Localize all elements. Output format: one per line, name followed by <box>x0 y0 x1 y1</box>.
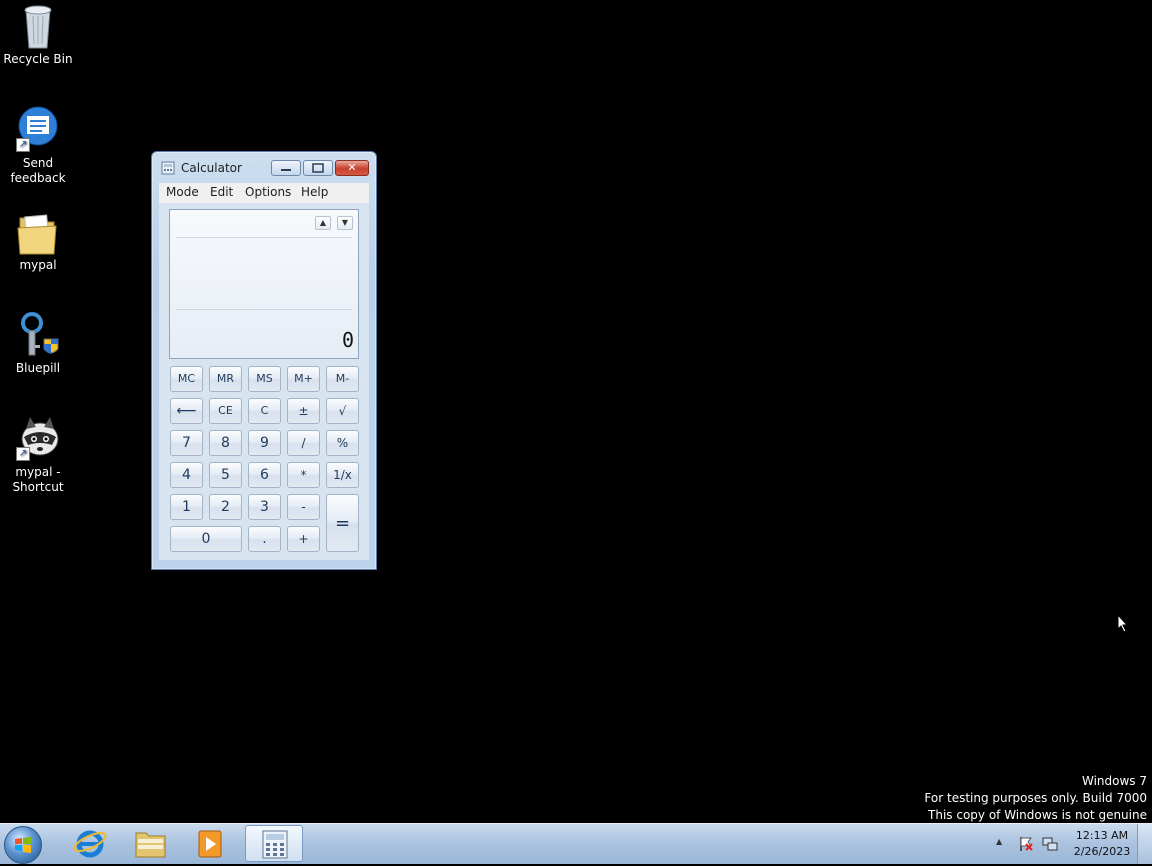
minimize-icon <box>281 169 291 171</box>
key-multiply[interactable]: * <box>287 462 320 488</box>
desktop-icon-bluepill[interactable]: Bluepill <box>0 311 76 376</box>
menu-options[interactable]: Options <box>245 183 291 200</box>
key-equals[interactable]: = <box>326 494 359 552</box>
key-7[interactable]: 7 <box>170 430 203 456</box>
start-button[interactable] <box>4 826 42 864</box>
desktop-icon-mypal-folder[interactable]: mypal <box>0 208 76 273</box>
windows-logo-icon <box>15 837 31 853</box>
history-down-button[interactable]: ▼ <box>337 216 353 230</box>
triangle-down-icon: ▼ <box>341 218 349 227</box>
key-backspace[interactable]: ⟵ <box>170 398 203 424</box>
key-9[interactable]: 9 <box>248 430 281 456</box>
desktop-icon-mypal-shortcut[interactable]: ↗ mypal - Shortcut <box>0 415 76 495</box>
maximize-icon <box>312 163 324 173</box>
key-subtract[interactable]: - <box>287 494 320 520</box>
clock-date: 2/26/2023 <box>1073 845 1131 858</box>
mouse-cursor-icon <box>1117 613 1129 633</box>
key-sqrt[interactable]: √ <box>326 398 359 424</box>
calculator-body: ▲ ▼ 0 MC MR MS M+ M- ⟵ CE C ± √ 7 8 9 / … <box>159 203 369 560</box>
key-plus-minus[interactable]: ± <box>287 398 320 424</box>
desktop-icon-recycle-bin[interactable]: Recycle Bin <box>0 2 76 67</box>
key-5[interactable]: 5 <box>209 462 242 488</box>
calculator-icon <box>262 830 288 859</box>
recycle-bin-icon <box>14 2 62 50</box>
shortcut-arrow-icon: ↗ <box>16 138 30 152</box>
key-2[interactable]: 2 <box>209 494 242 520</box>
close-icon: ✕ <box>347 161 357 174</box>
tray-show-hidden-button[interactable]: ▲ <box>996 837 1002 846</box>
show-desktop-button[interactable] <box>1137 824 1152 864</box>
menu-bar: Mode Edit Options Help <box>159 183 369 203</box>
calculator-window[interactable]: Calculator ✕ Mode Edit Options Help ▲ ▼ … <box>151 151 377 570</box>
desktop-icon-label: Bluepill <box>15 361 61 375</box>
key-0[interactable]: 0 <box>170 526 242 552</box>
key-3[interactable]: 3 <box>248 494 281 520</box>
tray-clock[interactable]: 12:13 AM 2/26/2023 <box>1068 828 1136 860</box>
watermark-line: Windows 7 <box>1081 774 1147 788</box>
taskbar-calculator[interactable] <box>245 825 303 862</box>
taskbar-internet-explorer[interactable] <box>61 825 119 862</box>
desktop-icon-label: Recycle Bin <box>3 52 73 66</box>
menu-mode[interactable]: Mode <box>166 183 199 200</box>
media-player-icon <box>198 830 222 858</box>
key-ms[interactable]: MS <box>248 366 281 392</box>
key-ce[interactable]: CE <box>209 398 242 424</box>
internet-explorer-icon <box>73 830 107 858</box>
watermark-line: For testing purposes only. Build 7000 <box>924 791 1147 805</box>
chevron-up-icon: ▲ <box>996 837 1003 846</box>
key-m-minus[interactable]: M- <box>326 366 359 392</box>
clock-time: 12:13 AM <box>1075 829 1129 842</box>
close-button[interactable]: ✕ <box>335 160 369 176</box>
key-decimal[interactable]: . <box>248 526 281 552</box>
desktop-icon-send-feedback[interactable]: ↗ Send feedback <box>0 106 76 186</box>
key-percent[interactable]: % <box>326 430 359 456</box>
key-mc[interactable]: MC <box>170 366 203 392</box>
key-8[interactable]: 8 <box>209 430 242 456</box>
windows-watermark: Windows 7 For testing purposes only. Bui… <box>924 773 1147 824</box>
taskbar: ▲ 12:13 AM 2/26/2023 <box>0 823 1152 864</box>
key-m-plus[interactable]: M+ <box>287 366 320 392</box>
desktop-icon-label: Send feedback <box>10 156 66 185</box>
key-c[interactable]: C <box>248 398 281 424</box>
title-bar[interactable]: Calculator ✕ <box>152 152 376 184</box>
display-divider <box>176 237 352 238</box>
triangle-up-icon: ▲ <box>319 218 327 227</box>
calculator-app-icon <box>161 161 175 175</box>
maximize-button[interactable] <box>303 160 333 176</box>
calculator-display: ▲ ▼ 0 <box>169 209 359 359</box>
taskbar-media-player[interactable] <box>181 825 239 862</box>
feedback-icon: ↗ <box>14 106 62 154</box>
raccoon-icon: ↗ <box>14 415 62 463</box>
menu-edit[interactable]: Edit <box>210 183 233 200</box>
key-6[interactable]: 6 <box>248 462 281 488</box>
windows-explorer-icon <box>135 832 166 858</box>
desktop-icon-label: mypal - Shortcut <box>12 465 64 494</box>
key-mr[interactable]: MR <box>209 366 242 392</box>
key-4[interactable]: 4 <box>170 462 203 488</box>
key-add[interactable]: + <box>287 526 320 552</box>
key-1[interactable]: 1 <box>170 494 203 520</box>
action-center-flag-icon[interactable] <box>1018 836 1034 852</box>
watermark-line: This copy of Windows is not genuine <box>928 808 1147 822</box>
display-value: 0 <box>341 328 354 352</box>
shortcut-arrow-icon: ↗ <box>16 447 30 461</box>
history-up-button[interactable]: ▲ <box>315 216 331 230</box>
minimize-button[interactable] <box>271 160 301 176</box>
window-title: Calculator <box>181 161 242 175</box>
menu-help[interactable]: Help <box>301 183 328 200</box>
keys-shield-icon <box>14 311 62 359</box>
taskbar-windows-explorer[interactable] <box>121 825 179 862</box>
display-divider <box>176 309 352 310</box>
key-reciprocal[interactable]: 1/x <box>326 462 359 488</box>
desktop-icon-label: mypal <box>19 258 57 272</box>
key-divide[interactable]: / <box>287 430 320 456</box>
network-icon[interactable] <box>1042 836 1058 852</box>
folder-icon <box>14 208 62 256</box>
